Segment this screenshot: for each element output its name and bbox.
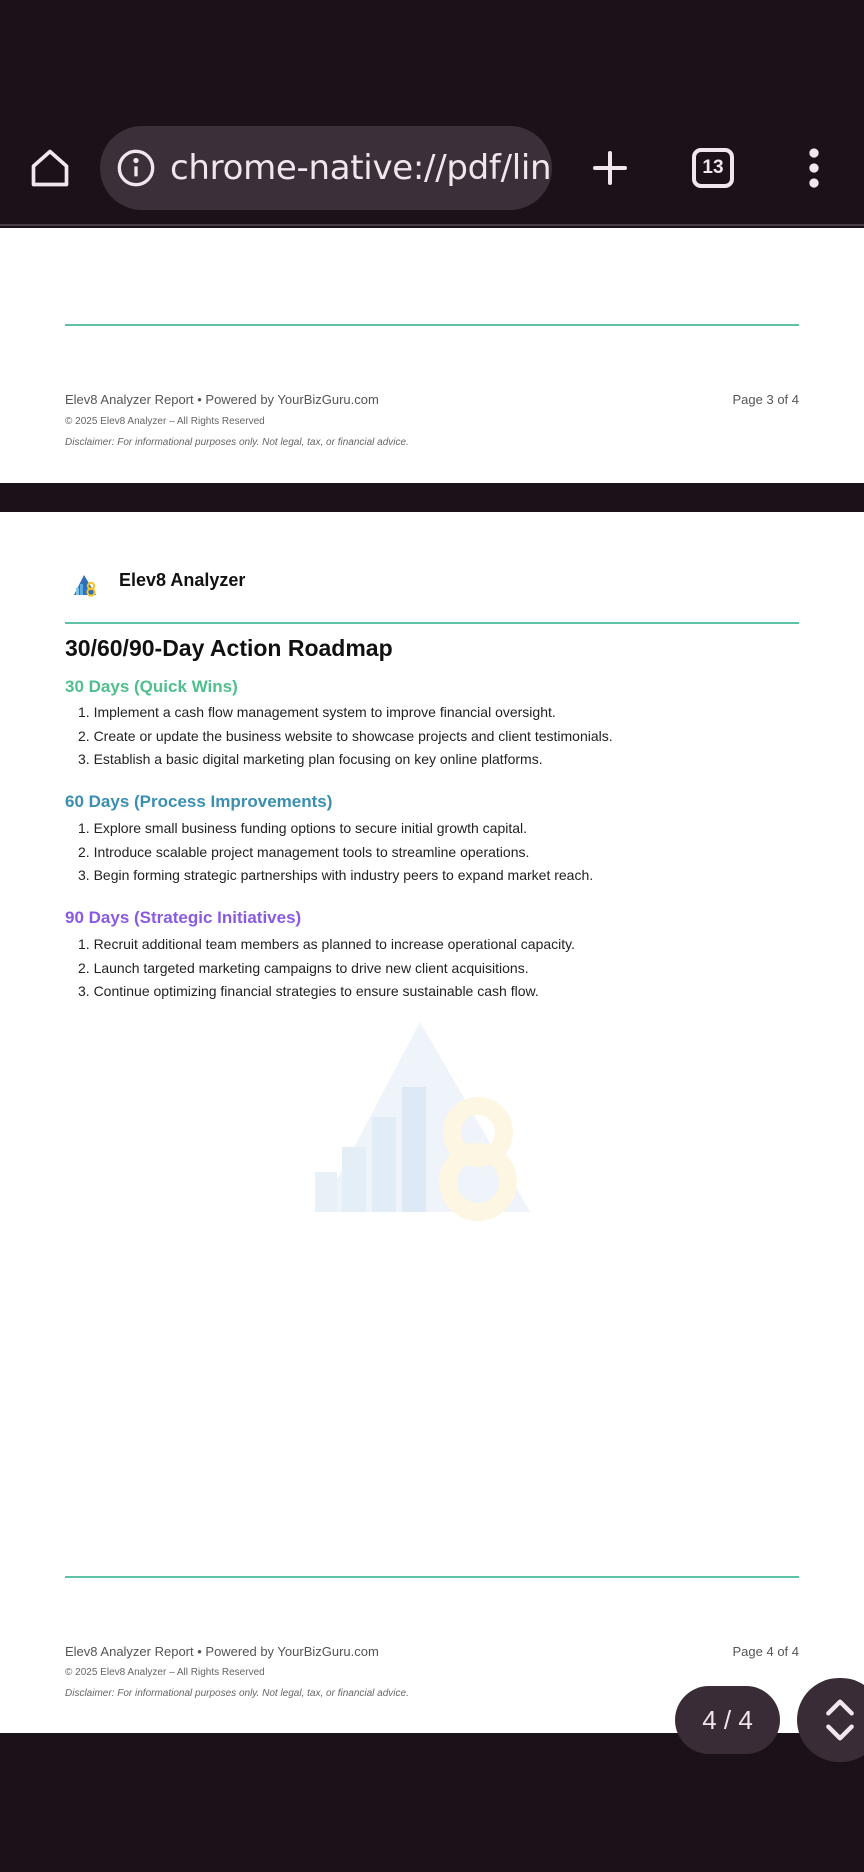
pdf-page-4: Elev8 Analyzer 30/60/90-Day Action Roadm… xyxy=(0,512,864,1733)
list-item: 2. Create or update the business website… xyxy=(78,727,613,744)
footer-disclaimer: Disclaimer: For informational purposes o… xyxy=(65,437,409,448)
list-item: 2. Introduce scalable project management… xyxy=(78,843,530,860)
address-bar[interactable]: chrome-native://pdf/link xyxy=(100,126,552,210)
plus-icon xyxy=(593,151,627,185)
footer-report-text: Elev8 Analyzer Report • Powered by YourB… xyxy=(65,392,379,407)
footer-copyright: © 2025 Elev8 Analyzer – All Rights Reser… xyxy=(65,416,265,427)
footer-report-text: Elev8 Analyzer Report • Powered by YourB… xyxy=(65,1644,379,1659)
footer-divider xyxy=(65,324,799,326)
overflow-menu-button[interactable] xyxy=(798,140,830,196)
list-item: 1. Explore small business funding option… xyxy=(78,820,528,836)
section-heading-60-days: 60 Days (Process Improvements) xyxy=(65,792,333,811)
section-heading-90-days: 90 Days (Strategic Initiatives) xyxy=(65,908,302,927)
header-divider xyxy=(65,622,799,624)
page-title: 30/60/90-Day Action Roadmap xyxy=(65,635,393,661)
list-30-days: 1. Implement a cash flow management syst… xyxy=(78,701,613,772)
list-item: 3. Continue optimizing financial strateg… xyxy=(78,983,539,999)
list-item: 3. Begin forming strategic partnerships … xyxy=(78,867,594,883)
page-number-label: Page 3 of 4 xyxy=(732,392,800,407)
tab-count: 13 xyxy=(702,157,724,178)
chevron-up-down-icon xyxy=(826,1699,854,1741)
watermark-logo-icon xyxy=(315,1022,530,1221)
tab-switcher-button[interactable]: 13 xyxy=(692,148,734,188)
footer-disclaimer: Disclaimer: For informational purposes o… xyxy=(65,1688,409,1699)
footer-divider xyxy=(65,1576,799,1578)
new-tab-button[interactable] xyxy=(582,140,638,196)
home-icon xyxy=(31,149,69,187)
elev8-logo-icon xyxy=(74,575,96,597)
pdf-page-3: Elev8 Analyzer Report • Powered by YourB… xyxy=(0,228,864,483)
page-indicator[interactable]: 4 / 4 xyxy=(675,1686,780,1754)
brand-name: Elev8 Analyzer xyxy=(119,570,246,590)
list-item: 1. Implement a cash flow management syst… xyxy=(78,704,556,720)
section-heading-30-days: 30 Days (Quick Wins) xyxy=(65,677,238,696)
list-90-days: 1. Recruit additional team members as pl… xyxy=(78,933,575,1004)
page-indicator-text: 4 / 4 xyxy=(702,1704,753,1735)
list-item: 2. Launch targeted marketing campaigns t… xyxy=(78,959,529,976)
browser-toolbar: chrome-native://pdf/link 13 xyxy=(0,0,864,226)
home-button[interactable] xyxy=(22,140,78,196)
site-info-icon[interactable] xyxy=(116,148,156,188)
list-item: 3. Establish a basic digital marketing p… xyxy=(78,751,543,767)
list-60-days: 1. Explore small business funding option… xyxy=(78,817,593,888)
more-vert-icon xyxy=(809,148,819,188)
page-number-label: Page 4 of 4 xyxy=(732,1644,800,1659)
url-text[interactable]: chrome-native://pdf/link xyxy=(170,148,552,188)
footer-copyright: © 2025 Elev8 Analyzer – All Rights Reser… xyxy=(65,1667,265,1678)
list-item: 1. Recruit additional team members as pl… xyxy=(78,936,576,952)
